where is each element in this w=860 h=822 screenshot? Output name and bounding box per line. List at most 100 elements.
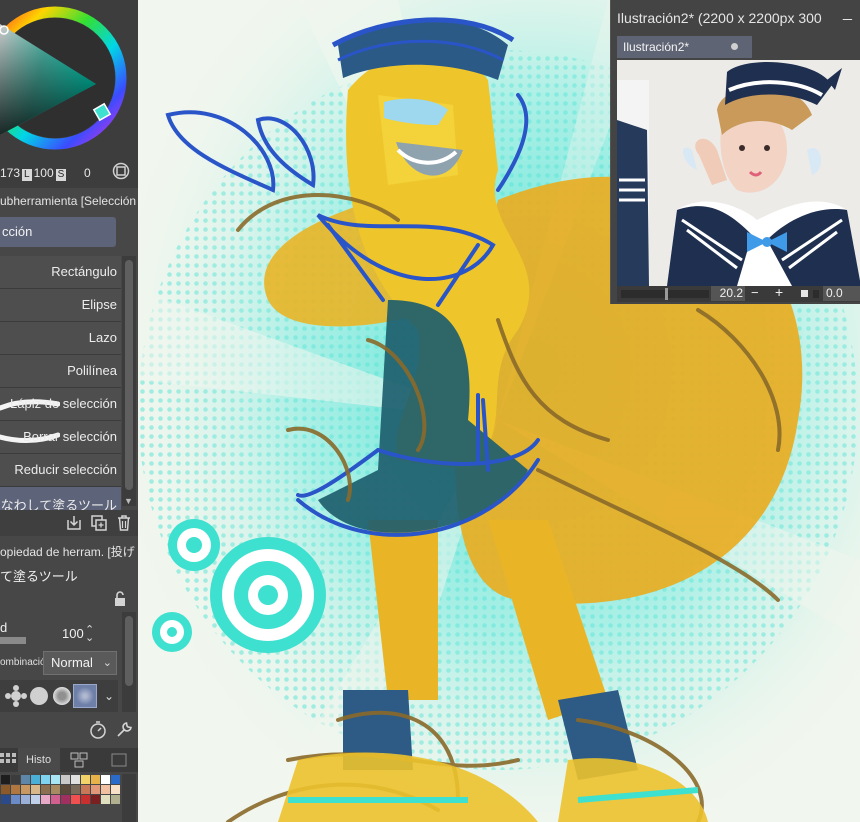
tool-property-scrollbar[interactable] — [122, 612, 136, 712]
navigator-tab-label: Ilustración2* — [623, 40, 690, 54]
palette-swatch[interactable] — [21, 795, 30, 804]
subtool-label: Lápiz de selección — [10, 396, 117, 411]
opacity-spinner-icon[interactable]: ⌃ ⌄ — [85, 625, 94, 644]
palette-swatch[interactable] — [81, 785, 90, 794]
palette-scrollbar[interactable] — [122, 774, 136, 822]
subtool-label: Reducir selección — [14, 462, 117, 477]
zoom-out-button[interactable]: − — [751, 285, 759, 300]
sat-label: L — [22, 169, 32, 181]
color-wheel[interactable] — [0, 0, 138, 164]
palette-swatch[interactable] — [1, 775, 10, 784]
palette-swatch[interactable] — [91, 785, 100, 794]
palette-swatch[interactable] — [91, 795, 100, 804]
delete-icon[interactable] — [115, 514, 133, 532]
opacity-slider[interactable] — [0, 637, 26, 644]
duplicate-icon[interactable] — [90, 514, 108, 532]
grid-tab-icon[interactable] — [0, 752, 16, 768]
palette-swatch[interactable] — [41, 785, 50, 794]
palette-swatch[interactable] — [11, 795, 20, 804]
subtool-polyline[interactable]: Polilínea — [0, 355, 121, 388]
chevron-down-icon[interactable]: ⌄ — [101, 686, 117, 706]
tab-history[interactable]: Histo — [18, 748, 60, 772]
palette-swatch[interactable] — [61, 775, 70, 784]
subtool-list-scrollbar[interactable]: ▼ — [122, 256, 136, 506]
scrollbar-thumb[interactable] — [125, 260, 133, 490]
palette-swatch[interactable] — [11, 775, 20, 784]
palette-swatch[interactable] — [61, 795, 70, 804]
palette-swatch[interactable] — [81, 795, 90, 804]
palette-swatch[interactable] — [1, 785, 10, 794]
reference-photo — [617, 60, 860, 286]
palette-swatch[interactable] — [41, 795, 50, 804]
reference-image[interactable] — [617, 60, 860, 286]
palette-swatch[interactable] — [31, 795, 40, 804]
wheel-mode-icon[interactable] — [112, 162, 130, 180]
palette-swatch[interactable] — [21, 775, 30, 784]
palette-swatch[interactable] — [61, 785, 70, 794]
close-tab-icon[interactable] — [731, 43, 738, 50]
fit-to-view-icon[interactable] — [801, 290, 808, 297]
palette-swatch[interactable] — [51, 795, 60, 804]
hsv-readout: 173 L 100 S 0 — [0, 166, 91, 182]
reset-icon[interactable] — [88, 720, 108, 740]
palette-swatch[interactable] — [101, 775, 110, 784]
palette-swatch[interactable] — [51, 785, 60, 794]
palette-swatch[interactable] — [111, 785, 120, 794]
subtool-selection-eraser[interactable]: Borrar selección — [0, 421, 121, 454]
navigator-tab[interactable]: Ilustración2* — [617, 36, 752, 58]
layers-tab-icon[interactable] — [70, 752, 88, 768]
val-label: S — [55, 169, 67, 181]
palette-swatch[interactable] — [71, 785, 80, 794]
blend-mode-select[interactable]: Normal ⌄ — [43, 651, 117, 675]
palette-swatch[interactable] — [1, 795, 10, 804]
palette-swatch[interactable] — [71, 795, 80, 804]
palette-swatch[interactable] — [21, 785, 30, 794]
subtool-rectangle[interactable]: Rectángulo — [0, 256, 121, 289]
palette-swatch[interactable] — [31, 785, 40, 794]
palette-swatch[interactable] — [111, 795, 120, 804]
rotation-value[interactable]: 0.0 — [823, 286, 860, 301]
tool-property-name: て塗るツール — [0, 569, 78, 584]
palette-swatch[interactable] — [41, 775, 50, 784]
lock-icon[interactable] — [112, 591, 128, 607]
scrollbar-thumb[interactable] — [125, 616, 133, 686]
scroll-down-icon[interactable]: ▼ — [124, 496, 133, 506]
subtool-ellipse[interactable]: Elipse — [0, 289, 121, 322]
subtool-lasso[interactable]: Lazo — [0, 322, 121, 355]
subtool-selection-pen[interactable]: Lápiz de selección — [0, 388, 121, 421]
copy-to-folder-icon[interactable] — [65, 514, 83, 532]
subtool-list: Rectángulo Elipse Lazo Polilínea Lápiz d… — [0, 256, 121, 520]
palette-swatch[interactable] — [81, 775, 90, 784]
zoom-slider-knob[interactable] — [665, 288, 668, 300]
opacity-value[interactable]: 100 — [62, 626, 84, 641]
navigator-toolbar: 20.2 − + 0.0 — [617, 284, 860, 302]
palette-swatch[interactable] — [101, 795, 110, 804]
palette-swatch[interactable] — [51, 775, 60, 784]
zoom-value[interactable]: 20.2 — [711, 286, 745, 301]
subtool-panel-header: ubherramienta [Selección — [0, 194, 138, 212]
palette-swatch[interactable] — [111, 775, 120, 784]
subtool-shrink-selection[interactable]: Reducir selección — [0, 454, 121, 487]
subtool-label: Lazo — [88, 330, 117, 345]
tip-soft-spray-icon[interactable] — [4, 684, 28, 708]
palette-swatch[interactable] — [101, 785, 110, 794]
palette-swatch[interactable] — [31, 775, 40, 784]
subtool-actions — [0, 510, 138, 536]
panel-tab-icon[interactable] — [110, 752, 128, 768]
opacity-label: d — [0, 620, 8, 635]
tip-airbrush-selected-icon[interactable] — [73, 684, 97, 708]
zoom-slider[interactable] — [621, 288, 709, 300]
rotation-slider[interactable] — [813, 290, 819, 298]
settings-wrench-icon[interactable] — [114, 720, 134, 740]
palette-swatch[interactable] — [71, 775, 80, 784]
zoom-in-button[interactable]: + — [775, 284, 783, 300]
tip-hard-circle-icon[interactable] — [27, 684, 51, 708]
left-panel: 173 L 100 S 0 ubherramienta [Selección cción… — [0, 0, 138, 822]
palette-swatch[interactable] — [91, 775, 100, 784]
subtool-group-label: cción — [2, 224, 33, 239]
minimize-icon[interactable]: _ — [843, 4, 852, 22]
tip-soft-circle-icon[interactable] — [50, 684, 74, 708]
subtool-group-button[interactable]: cción — [0, 217, 116, 247]
chevron-down-icon: ⌄ — [102, 657, 112, 669]
palette-swatch[interactable] — [11, 785, 20, 794]
